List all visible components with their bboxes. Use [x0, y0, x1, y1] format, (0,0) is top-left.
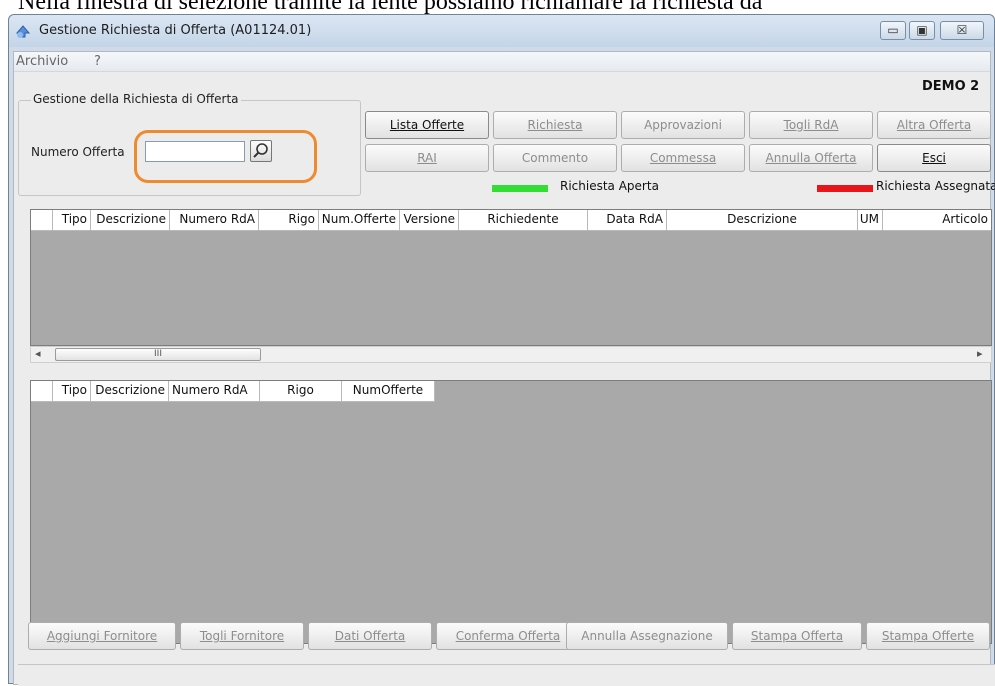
- close-button[interactable]: ☒: [940, 21, 984, 40]
- lista-offerte-button[interactable]: Lista Offerte: [365, 111, 489, 139]
- scroll-left-arrow-icon[interactable]: ◂: [35, 347, 41, 360]
- requests-grid[interactable]: Tipo Descrizione Numero RdA Rigo Num.Off…: [30, 209, 992, 346]
- column-header[interactable]: UM: [858, 210, 883, 230]
- menu-bar: Archivio ?: [14, 52, 990, 72]
- column-header[interactable]: Rigo: [259, 210, 319, 230]
- column-header[interactable]: NumOfferte: [342, 381, 435, 401]
- commento-button[interactable]: Commento: [493, 144, 617, 172]
- title-bar[interactable]: Gestione Richiesta di Offerta (A01124.01…: [9, 15, 994, 47]
- suppliers-grid[interactable]: Tipo Descrizione Numero RdA Rigo NumOffe…: [30, 380, 992, 644]
- altra-offerta-button[interactable]: Altra Offerta: [877, 111, 991, 139]
- legend-swatch-aperta: [492, 185, 548, 192]
- column-header[interactable]: Descrizione: [91, 210, 170, 230]
- commessa-button[interactable]: Commessa: [621, 144, 745, 172]
- client-area: Archivio ? DEMO 2 Gestione della Richies…: [13, 51, 995, 686]
- suppliers-grid-header: Tipo Descrizione Numero RdA Rigo NumOffe…: [31, 381, 435, 402]
- column-header[interactable]: Descrizione: [91, 381, 169, 401]
- app-icon: [15, 25, 31, 38]
- scroll-right-arrow-icon[interactable]: ▸: [977, 347, 983, 360]
- maximize-button[interactable]: ▣: [909, 21, 935, 40]
- minimize-button[interactable]: ▭: [880, 21, 906, 40]
- menu-help[interactable]: ?: [94, 54, 101, 69]
- rai-button[interactable]: RAI: [365, 144, 489, 172]
- numero-offerta-label: Numero Offerta: [31, 145, 125, 159]
- grid-corner: [31, 381, 53, 401]
- horizontal-scrollbar[interactable]: ◂ III ▸: [30, 346, 992, 363]
- conferma-offerta-button[interactable]: Conferma Offerta: [436, 622, 580, 650]
- togli-rda-button[interactable]: Togli RdA: [749, 111, 873, 139]
- menu-archivio[interactable]: Archivio: [16, 54, 68, 69]
- column-header[interactable]: Numero RdA: [169, 381, 260, 401]
- dati-offerta-button[interactable]: Dati Offerta: [308, 622, 432, 650]
- column-header[interactable]: Versione: [400, 210, 459, 230]
- grid-corner: [31, 210, 53, 230]
- stampa-offerte-button[interactable]: Stampa Offerte: [866, 622, 990, 650]
- column-header[interactable]: Tipo: [53, 381, 91, 401]
- window-title: Gestione Richiesta di Offerta (A01124.01…: [39, 23, 312, 38]
- richiesta-button[interactable]: Richiesta: [493, 111, 617, 139]
- togli-fornitore-button[interactable]: Togli Fornitore: [180, 622, 304, 650]
- column-header[interactable]: Articolo: [883, 210, 991, 230]
- legend-label-assegnata: Richiesta Assegnata: [876, 179, 995, 193]
- approvazioni-button[interactable]: Approvazioni: [621, 111, 745, 139]
- offer-group-box: Gestione della Richiesta di Offerta Nume…: [18, 92, 361, 196]
- scroll-thumb[interactable]: III: [55, 348, 261, 361]
- column-header[interactable]: Descrizione: [667, 210, 858, 230]
- annulla-offerta-button[interactable]: Annulla Offerta: [749, 144, 873, 172]
- annulla-assegnazione-button[interactable]: Annulla Assegnazione: [566, 622, 728, 650]
- column-header[interactable]: Num.Offerte: [319, 210, 400, 230]
- column-header[interactable]: Richiedente: [459, 210, 588, 230]
- esci-button[interactable]: Esci: [877, 144, 991, 172]
- column-header[interactable]: Tipo: [53, 210, 91, 230]
- app-window: Gestione Richiesta di Offerta (A01124.01…: [8, 14, 995, 686]
- legend-swatch-assegnata: [817, 185, 873, 192]
- company-label: DEMO 2: [922, 79, 980, 94]
- status-bar: [18, 664, 995, 686]
- column-header[interactable]: Data RdA: [588, 210, 667, 230]
- column-header[interactable]: Numero RdA: [170, 210, 259, 230]
- highlight-annotation: [134, 130, 317, 183]
- aggiungi-fornitore-button[interactable]: Aggiungi Fornitore: [28, 622, 176, 650]
- stampa-offerta-button[interactable]: Stampa Offerta: [732, 622, 862, 650]
- column-header[interactable]: Rigo: [260, 381, 342, 401]
- requests-grid-header: Tipo Descrizione Numero RdA Rigo Num.Off…: [31, 210, 991, 231]
- legend-label-aperta: Richiesta Aperta: [560, 179, 659, 193]
- group-title: Gestione della Richiesta di Offerta: [31, 92, 241, 106]
